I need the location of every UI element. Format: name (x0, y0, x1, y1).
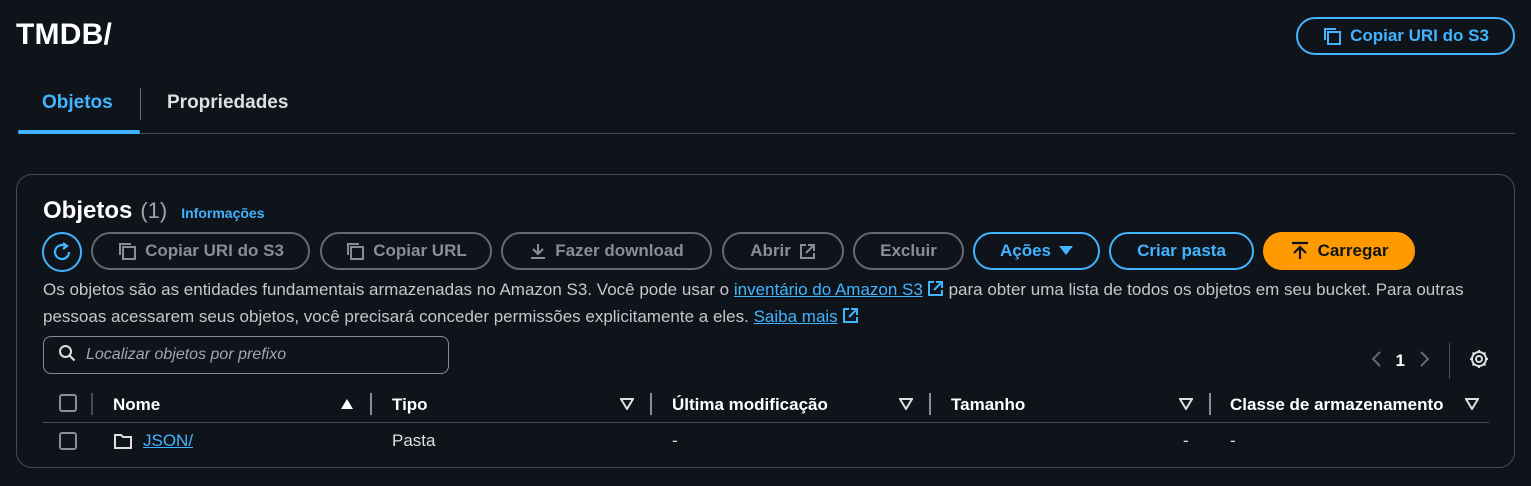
upload-button[interactable]: Carregar (1263, 232, 1415, 270)
active-tab-indicator (18, 130, 140, 134)
external-link-icon (842, 306, 859, 331)
column-header-last-modified[interactable]: Última modificação (672, 395, 828, 415)
column-divider[interactable] (650, 393, 652, 415)
caret-down-icon (1059, 246, 1074, 256)
external-link-icon (799, 243, 816, 260)
copy-icon (1322, 26, 1342, 46)
gear-icon[interactable] (1468, 348, 1490, 375)
page-title: TMDB/ (16, 18, 112, 51)
folder-icon (113, 432, 133, 455)
open-button[interactable]: Abrir (722, 232, 844, 270)
inventory-link[interactable]: inventário do Amazon S3 (734, 280, 923, 299)
objects-description: Os objetos são as entidades fundamentais… (43, 277, 1483, 331)
search-placeholder: Localizar objetos por prefixo (86, 346, 287, 363)
object-count: (1) (140, 198, 168, 223)
sort-asc-icon[interactable] (340, 397, 354, 415)
column-header-size[interactable]: Tamanho (951, 395, 1025, 415)
row-checkbox[interactable] (59, 432, 77, 450)
column-divider[interactable] (370, 393, 372, 415)
header-copy-uri-button[interactable]: Copiar URI do S3 (1296, 17, 1515, 55)
upload-label: Carregar (1317, 241, 1389, 260)
copy-uri-label: Copiar URI do S3 (145, 241, 284, 260)
panel-header: Objetos (1) Informações (43, 197, 264, 225)
column-header-type[interactable]: Tipo (392, 395, 428, 415)
open-label: Abrir (750, 241, 791, 260)
refresh-icon (51, 241, 73, 263)
search-input[interactable]: Localizar objetos por prefixo (43, 336, 449, 374)
copy-url-button[interactable]: Copiar URL (320, 232, 492, 270)
column-header-storage-class[interactable]: Classe de armazenamento (1230, 395, 1444, 415)
upload-icon (1290, 241, 1310, 261)
download-button[interactable]: Fazer download (501, 232, 712, 270)
tab-bar: Objetos Propriedades (18, 84, 1515, 134)
object-name-link[interactable]: JSON/ (143, 431, 193, 451)
info-link[interactable]: Informações (181, 205, 264, 221)
create-folder-label: Criar pasta (1137, 241, 1226, 260)
download-icon (529, 242, 547, 260)
pagination: 1 (1370, 343, 1490, 379)
chevron-right-icon[interactable] (1419, 350, 1431, 373)
create-folder-button[interactable]: Criar pasta (1109, 232, 1254, 270)
pager-divider (1449, 343, 1450, 379)
copy-icon (345, 241, 365, 261)
actions-label: Ações (999, 241, 1052, 260)
copy-icon (117, 241, 137, 261)
sort-desc-icon[interactable] (898, 397, 914, 415)
select-all-checkbox[interactable] (59, 394, 77, 412)
tab-divider (140, 88, 141, 120)
table-row[interactable]: JSON/ Pasta - - - (43, 427, 1489, 461)
object-size: - (1183, 431, 1189, 450)
copy-url-label: Copiar URL (373, 241, 467, 260)
object-last-modified: - (672, 431, 678, 450)
column-divider (91, 393, 93, 415)
delete-button[interactable]: Excluir (853, 232, 964, 270)
column-divider[interactable] (929, 393, 931, 415)
download-label: Fazer download (555, 241, 684, 260)
tab-objetos[interactable]: Objetos (42, 92, 113, 114)
delete-label: Excluir (880, 241, 937, 260)
column-header-name[interactable]: Nome (113, 395, 160, 415)
object-type: Pasta (392, 431, 436, 450)
refresh-button[interactable] (42, 232, 82, 272)
current-page[interactable]: 1 (1396, 351, 1405, 371)
sort-desc-icon[interactable] (1178, 397, 1194, 415)
tab-propriedades[interactable]: Propriedades (167, 92, 288, 114)
header-copy-uri-label: Copiar URI do S3 (1350, 26, 1489, 45)
actions-dropdown[interactable]: Ações (973, 232, 1100, 270)
column-divider[interactable] (1209, 393, 1211, 415)
learn-more-link[interactable]: Saiba mais (754, 307, 838, 326)
table-header: Nome Tipo Última modificação Tamanho Cla… (43, 389, 1489, 423)
panel-title: Objetos (43, 197, 133, 224)
external-link-icon (927, 279, 944, 304)
description-text-1: Os objetos são as entidades fundamentais… (43, 280, 734, 299)
copy-uri-button[interactable]: Copiar URI do S3 (91, 232, 310, 270)
sort-desc-icon[interactable] (1464, 397, 1480, 415)
objects-panel: Objetos (1) Informações Copiar URI do S3… (16, 174, 1515, 468)
sort-desc-icon[interactable] (619, 397, 635, 415)
search-icon (58, 344, 76, 367)
chevron-left-icon[interactable] (1370, 350, 1382, 373)
object-storage-class: - (1230, 431, 1236, 450)
